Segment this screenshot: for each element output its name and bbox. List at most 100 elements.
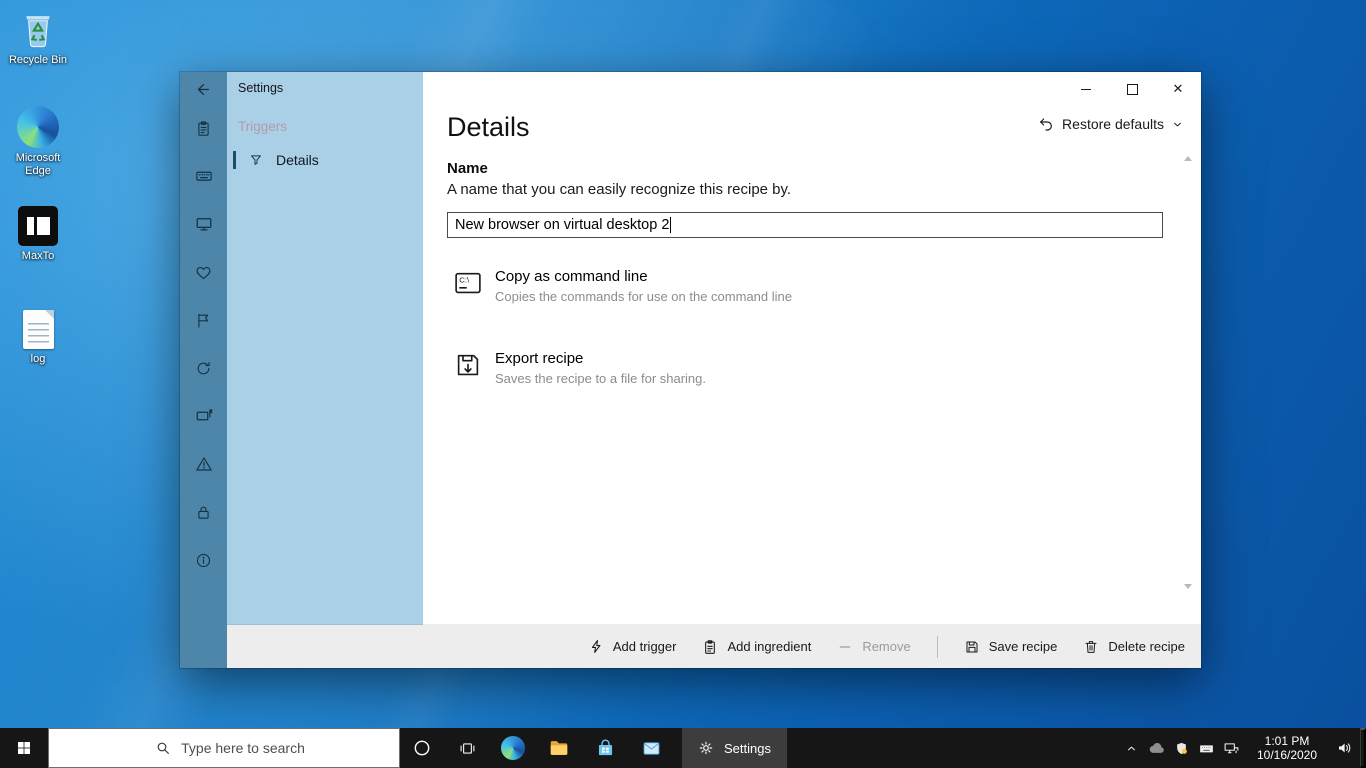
rail-button-virtual-desktops[interactable] xyxy=(180,392,227,440)
desktop-icon-recycle-bin[interactable]: Recycle Bin xyxy=(2,8,74,67)
button-label: Remove xyxy=(862,639,910,654)
rail-button-recipes[interactable] xyxy=(180,104,227,152)
taskbar-app-label: Settings xyxy=(724,741,771,756)
folder-icon xyxy=(548,737,570,759)
edge-icon xyxy=(501,736,525,760)
desktop-icon-microsoft-edge[interactable]: Microsoft Edge xyxy=(2,106,74,178)
restore-defaults-label: Restore defaults xyxy=(1062,116,1164,132)
keyboard-icon xyxy=(1198,740,1215,757)
minimize-button[interactable] xyxy=(1063,72,1109,106)
rail-button-troubleshooting[interactable] xyxy=(180,440,227,488)
onedrive-tray-button[interactable] xyxy=(1144,728,1169,768)
action-description: Saves the recipe to a file for sharing. xyxy=(495,371,706,386)
warning-triangle-icon xyxy=(195,455,213,473)
task-view-icon xyxy=(459,740,476,757)
nav-item-faded[interactable]: Triggers xyxy=(238,119,287,134)
rail-button-flags[interactable] xyxy=(180,296,227,344)
security-tray-button[interactable] xyxy=(1169,728,1194,768)
taskbar-search-box[interactable]: Type here to search xyxy=(48,728,400,768)
hidden-icons-chevron[interactable] xyxy=(1119,728,1144,768)
start-button[interactable] xyxy=(0,728,48,768)
settings-nav-pane: Settings Triggers Details xyxy=(227,72,423,625)
desktop-icon-log[interactable]: log xyxy=(2,310,74,366)
recipe-name-value: New browser on virtual desktop 2 xyxy=(455,217,669,233)
minus-icon xyxy=(837,639,853,655)
taskbar-edge-button[interactable] xyxy=(490,728,536,768)
maxto-icon xyxy=(18,206,58,246)
add-trigger-button[interactable]: Add trigger xyxy=(589,639,677,654)
cortana-button[interactable] xyxy=(400,728,444,768)
rail-button-updates[interactable] xyxy=(180,344,227,392)
save-icon xyxy=(964,639,980,655)
clock-date: 10/16/2020 xyxy=(1248,748,1326,763)
command-line-icon: C:\ xyxy=(453,268,483,304)
window-caption-buttons: ✕ xyxy=(1063,72,1201,106)
taskbar: Type here to search Settings xyxy=(0,728,1366,768)
action-title: Copy as command line xyxy=(495,268,792,285)
microsoft-store-button[interactable] xyxy=(582,728,628,768)
button-label: Save recipe xyxy=(989,639,1058,654)
rail-button-monitors[interactable] xyxy=(180,200,227,248)
network-icon xyxy=(1223,740,1240,757)
trash-icon xyxy=(1083,639,1099,655)
desktop-icon-label: Microsoft Edge xyxy=(2,152,74,178)
taskbar-settings-app-button[interactable]: Settings xyxy=(682,728,787,768)
taskbar-clock[interactable]: 1:01 PM 10/16/2020 xyxy=(1244,734,1330,763)
volume-tray-button[interactable] xyxy=(1330,728,1360,768)
edge-icon xyxy=(17,106,59,148)
rail-button-about[interactable] xyxy=(180,536,227,584)
heart-icon xyxy=(195,264,212,281)
export-recipe-button[interactable]: Export recipe Saves the recipe to a file… xyxy=(453,350,706,386)
recipe-name-input[interactable]: New browser on virtual desktop 2 xyxy=(447,212,1163,238)
svg-text:C:\: C:\ xyxy=(459,275,470,284)
rail-button-license[interactable] xyxy=(180,488,227,536)
close-button[interactable]: ✕ xyxy=(1155,72,1201,106)
undo-icon xyxy=(1038,116,1054,132)
action-description: Copies the commands for use on the comma… xyxy=(495,289,792,304)
desktop-icon-maxto[interactable]: MaxTo xyxy=(2,206,74,263)
selection-indicator xyxy=(233,151,236,169)
network-tray-button[interactable] xyxy=(1219,728,1244,768)
lock-icon xyxy=(195,504,212,521)
copy-as-command-line-button[interactable]: C:\ Copy as command line Copies the comm… xyxy=(453,268,792,304)
cloud-icon xyxy=(1148,739,1166,757)
nav-rail xyxy=(180,72,227,668)
show-desktop-button[interactable] xyxy=(1360,728,1366,768)
mail-button[interactable] xyxy=(628,728,674,768)
scroll-down-arrow[interactable] xyxy=(1184,584,1192,589)
arrow-left-icon xyxy=(195,81,212,98)
name-field-label: Name xyxy=(447,160,488,177)
remove-button[interactable]: Remove xyxy=(837,639,910,655)
close-icon: ✕ xyxy=(1173,81,1184,97)
touch-keyboard-tray-button[interactable] xyxy=(1194,728,1219,768)
file-explorer-button[interactable] xyxy=(536,728,582,768)
restore-defaults-button[interactable]: Restore defaults xyxy=(1038,116,1183,132)
text-caret xyxy=(670,217,671,233)
command-bar-separator xyxy=(937,636,938,658)
details-page: ✕ Details Restore defaults Name A name t… xyxy=(423,72,1201,625)
monitor-icon xyxy=(195,215,213,233)
name-field-description: A name that you can easily recognize thi… xyxy=(447,181,791,198)
screen-flag-icon xyxy=(195,407,213,425)
desktop-icon-label: MaxTo xyxy=(22,250,54,263)
gear-icon xyxy=(698,740,714,756)
recycle-bin-icon xyxy=(19,8,57,50)
maximize-button[interactable] xyxy=(1109,72,1155,106)
delete-recipe-button[interactable]: Delete recipe xyxy=(1083,639,1185,655)
rail-button-hotkeys[interactable] xyxy=(180,152,227,200)
maximize-icon xyxy=(1127,84,1138,95)
clock-time: 1:01 PM xyxy=(1248,734,1326,749)
back-button[interactable] xyxy=(180,72,227,106)
info-icon xyxy=(195,552,212,569)
button-label: Add trigger xyxy=(613,639,677,654)
button-label: Add ingredient xyxy=(727,639,811,654)
scroll-up-arrow[interactable] xyxy=(1184,156,1192,161)
task-view-button[interactable] xyxy=(444,728,490,768)
nav-item-details[interactable]: Details xyxy=(227,146,423,174)
search-placeholder: Type here to search xyxy=(181,740,305,756)
refresh-icon xyxy=(195,360,212,377)
rail-button-favorites[interactable] xyxy=(180,248,227,296)
save-recipe-button[interactable]: Save recipe xyxy=(964,639,1058,655)
desktop-icon-label: Recycle Bin xyxy=(9,54,67,67)
add-ingredient-button[interactable]: Add ingredient xyxy=(702,639,811,655)
